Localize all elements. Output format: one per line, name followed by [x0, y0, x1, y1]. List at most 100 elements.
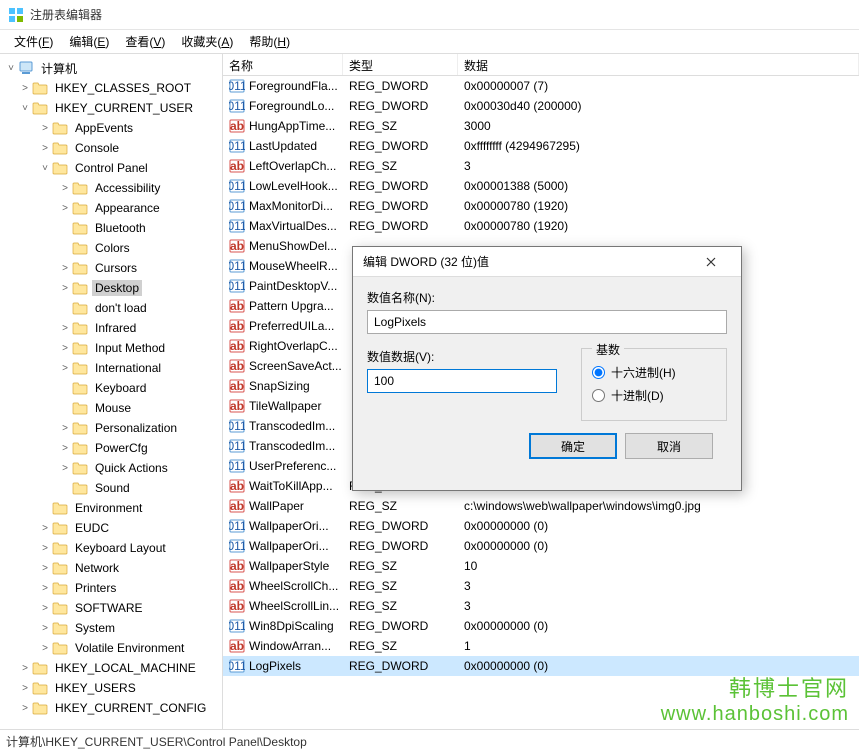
- expander-icon[interactable]: ˃: [38, 143, 52, 154]
- expander-icon[interactable]: ˃: [38, 563, 52, 574]
- tree-subkey[interactable]: ˃Cursors: [2, 258, 220, 278]
- ok-button[interactable]: 确定: [529, 433, 617, 459]
- tree-subkey[interactable]: ˃International: [2, 358, 220, 378]
- tree-subkey[interactable]: Keyboard: [2, 378, 220, 398]
- tree-hive[interactable]: ˅HKEY_CURRENT_USER: [2, 98, 220, 118]
- col-header-data[interactable]: 数据: [458, 54, 859, 75]
- tree-subkey[interactable]: don't load: [2, 298, 220, 318]
- tree-subkey[interactable]: ˃Appearance: [2, 198, 220, 218]
- dialog-close-button[interactable]: [691, 248, 731, 276]
- tree-subkey[interactable]: Mouse: [2, 398, 220, 418]
- registry-value-row[interactable]: abWallpaperStyleREG_SZ10: [223, 556, 859, 576]
- expander-icon[interactable]: ˃: [38, 543, 52, 554]
- registry-value-row[interactable]: 011MaxVirtualDes...REG_DWORD0x00000780 (…: [223, 216, 859, 236]
- tree-key[interactable]: ˃AppEvents: [2, 118, 220, 138]
- registry-value-row[interactable]: 011LogPixelsREG_DWORD0x00000000 (0): [223, 656, 859, 676]
- expander-icon[interactable]: ˃: [58, 283, 72, 294]
- expander-icon[interactable]: ˃: [38, 583, 52, 594]
- tree-panel[interactable]: ˅计算机˃HKEY_CLASSES_ROOT˅HKEY_CURRENT_USER…: [0, 54, 223, 729]
- dialog-titlebar[interactable]: 编辑 DWORD (32 位)值: [353, 247, 741, 277]
- expander-icon[interactable]: ˃: [18, 703, 32, 714]
- tree-node-label: HKEY_LOCAL_MACHINE: [52, 660, 199, 676]
- expander-icon[interactable]: ˅: [18, 103, 32, 114]
- menu-f[interactable]: 文件(F): [6, 30, 61, 53]
- expander-icon[interactable]: ˃: [58, 323, 72, 334]
- expander-icon[interactable]: ˃: [58, 463, 72, 474]
- tree-hive[interactable]: ˃HKEY_CURRENT_CONFIG: [2, 698, 220, 718]
- cancel-button[interactable]: 取消: [625, 433, 713, 459]
- col-header-type[interactable]: 类型: [343, 54, 458, 75]
- tree-root[interactable]: ˅计算机: [2, 58, 220, 78]
- registry-value-row[interactable]: abHungAppTime...REG_SZ3000: [223, 116, 859, 136]
- registry-value-row[interactable]: 011MaxMonitorDi...REG_DWORD0x00000780 (1…: [223, 196, 859, 216]
- value-data-input[interactable]: [367, 369, 557, 393]
- expander-icon[interactable]: ˅: [38, 163, 52, 174]
- expander-icon[interactable]: ˃: [58, 203, 72, 214]
- tree-subkey[interactable]: ˃Quick Actions: [2, 458, 220, 478]
- expander-icon[interactable]: ˅: [4, 63, 18, 74]
- registry-value-row[interactable]: 011LastUpdatedREG_DWORD0xffffffff (42949…: [223, 136, 859, 156]
- tree-key[interactable]: Environment: [2, 498, 220, 518]
- expander-icon[interactable]: ˃: [58, 263, 72, 274]
- tree-subkey[interactable]: ˃Desktop: [2, 278, 220, 298]
- tree-hive[interactable]: ˃HKEY_CLASSES_ROOT: [2, 78, 220, 98]
- tree-key[interactable]: ˃System: [2, 618, 220, 638]
- expander-icon[interactable]: ˃: [58, 183, 72, 194]
- radio-dec-input[interactable]: [592, 389, 605, 402]
- registry-value-row[interactable]: 011LowLevelHook...REG_DWORD0x00001388 (5…: [223, 176, 859, 196]
- tree-key[interactable]: ˅Control Panel: [2, 158, 220, 178]
- registry-value-row[interactable]: abLeftOverlapCh...REG_SZ3: [223, 156, 859, 176]
- menu-e[interactable]: 编辑(E): [61, 30, 117, 53]
- expander-icon[interactable]: ˃: [38, 623, 52, 634]
- radio-hex[interactable]: 十六进制(H): [592, 364, 716, 381]
- expander-icon[interactable]: ˃: [18, 663, 32, 674]
- svg-text:011: 011: [229, 99, 245, 113]
- tree-subkey[interactable]: Colors: [2, 238, 220, 258]
- registry-value-row[interactable]: abWheelScrollCh...REG_SZ3: [223, 576, 859, 596]
- tree-key[interactable]: ˃Printers: [2, 578, 220, 598]
- registry-value-row[interactable]: abWindowArran...REG_SZ1: [223, 636, 859, 656]
- value-name: LastUpdated: [249, 139, 317, 153]
- tree-subkey[interactable]: ˃Personalization: [2, 418, 220, 438]
- tree-key[interactable]: ˃Keyboard Layout: [2, 538, 220, 558]
- tree-key[interactable]: ˃EUDC: [2, 518, 220, 538]
- expander-icon[interactable]: ˃: [58, 343, 72, 354]
- radio-dec[interactable]: 十进制(D): [592, 387, 716, 404]
- tree-key[interactable]: ˃Network: [2, 558, 220, 578]
- expander-icon[interactable]: ˃: [18, 83, 32, 94]
- registry-value-row[interactable]: 011WallpaperOri...REG_DWORD0x00000000 (0…: [223, 536, 859, 556]
- tree-subkey[interactable]: Sound: [2, 478, 220, 498]
- menu-a[interactable]: 收藏夹(A): [173, 30, 241, 53]
- tree-subkey[interactable]: ˃Input Method: [2, 338, 220, 358]
- registry-value-row[interactable]: 011Win8DpiScalingREG_DWORD0x00000000 (0): [223, 616, 859, 636]
- value-name-input[interactable]: [367, 310, 727, 334]
- tree-key[interactable]: ˃SOFTWARE: [2, 598, 220, 618]
- expander-icon[interactable]: ˃: [38, 123, 52, 134]
- registry-value-row[interactable]: 011WallpaperOri...REG_DWORD0x00000000 (0…: [223, 516, 859, 536]
- value-data: 1: [458, 638, 859, 654]
- tree-subkey[interactable]: ˃Infrared: [2, 318, 220, 338]
- expander-icon[interactable]: ˃: [58, 423, 72, 434]
- expander-icon[interactable]: ˃: [58, 363, 72, 374]
- tree-subkey[interactable]: ˃Accessibility: [2, 178, 220, 198]
- tree-hive[interactable]: ˃ HKEY_LOCAL_MACHINE: [2, 658, 220, 678]
- expander-icon[interactable]: ˃: [38, 603, 52, 614]
- tree-subkey[interactable]: ˃PowerCfg: [2, 438, 220, 458]
- registry-value-row[interactable]: 011ForegroundFla...REG_DWORD0x00000007 (…: [223, 76, 859, 96]
- registry-value-row[interactable]: abWallPaperREG_SZc:\windows\web\wallpape…: [223, 496, 859, 516]
- menu-h[interactable]: 帮助(H): [241, 30, 298, 53]
- expander-icon[interactable]: ˃: [38, 643, 52, 654]
- col-header-name[interactable]: 名称: [223, 54, 343, 75]
- tree-subkey[interactable]: Bluetooth: [2, 218, 220, 238]
- tree-key[interactable]: ˃Console: [2, 138, 220, 158]
- tree-hive[interactable]: ˃HKEY_USERS: [2, 678, 220, 698]
- expander-icon[interactable]: ˃: [18, 683, 32, 694]
- value-name: UserPreferenc...: [249, 459, 336, 473]
- registry-value-row[interactable]: 011ForegroundLo...REG_DWORD0x00030d40 (2…: [223, 96, 859, 116]
- tree-key[interactable]: ˃Volatile Environment: [2, 638, 220, 658]
- registry-value-row[interactable]: abWheelScrollLin...REG_SZ3: [223, 596, 859, 616]
- radio-hex-input[interactable]: [592, 366, 605, 379]
- expander-icon[interactable]: ˃: [58, 443, 72, 454]
- expander-icon[interactable]: ˃: [38, 523, 52, 534]
- menu-v[interactable]: 查看(V): [117, 30, 173, 53]
